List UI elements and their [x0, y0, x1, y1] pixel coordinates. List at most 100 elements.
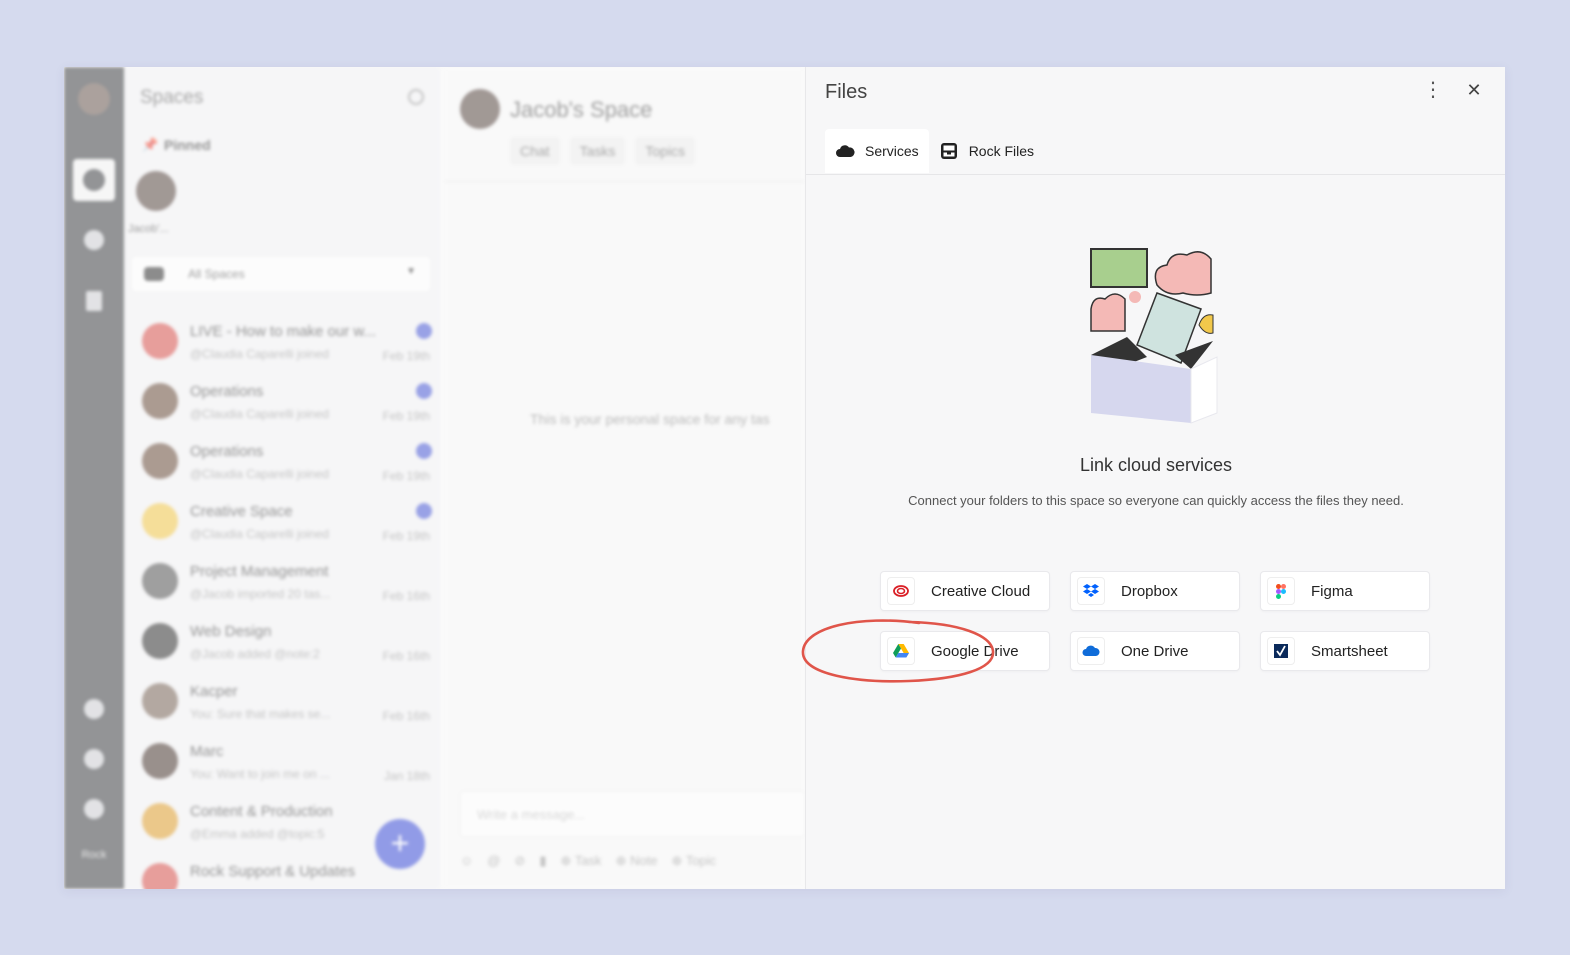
topic-label: Topic: [685, 853, 717, 868]
space-last-message: @Jacob imported 20 tas...: [190, 587, 331, 601]
spaces-filter-dropdown[interactable]: All Spaces ▼: [132, 257, 430, 291]
chat-divider: [444, 181, 805, 182]
tab-rock-files[interactable]: Rock Files: [929, 129, 1044, 173]
space-date: Feb 19th: [382, 469, 430, 483]
spaces-icon: [144, 267, 164, 281]
space-date: Feb 16th: [382, 589, 430, 603]
space-list-item[interactable]: Creative Space @Claudia Caparelli joined F…: [124, 491, 440, 551]
space-avatar: [460, 89, 500, 129]
chart-icon[interactable]: ▮: [539, 853, 546, 869]
add-note-button[interactable]: ⊕ Note: [616, 853, 658, 869]
chat-empty-text: This is your personal space for any tas: [530, 411, 770, 427]
space-list-item[interactable]: Operations @Claudia Caparelli joined Feb 1…: [124, 371, 440, 431]
mention-icon[interactable]: @: [487, 853, 500, 869]
tab-chat[interactable]: Chat: [510, 137, 560, 165]
chat-tabs: Chat Tasks Topics: [510, 137, 696, 165]
spaces-sidebar: Spaces 📌 Pinned Jacob'... All Spaces ▼ L…: [124, 67, 440, 889]
space-last-message: @Claudia Caparelli joined: [190, 527, 329, 541]
pinned-space-name: Jacob'...: [128, 223, 169, 235]
pinned-space-avatar[interactable]: [136, 171, 176, 211]
space-avatar: [142, 323, 178, 359]
one-drive-icon: [1077, 637, 1105, 665]
add-task-button[interactable]: ⊕ Task: [561, 853, 602, 869]
space-name: Project Management: [190, 563, 329, 580]
creative-cloud-icon: [887, 577, 915, 605]
services-tab-label: Services: [865, 143, 919, 159]
tab-topics[interactable]: Topics: [635, 137, 696, 165]
add-space-button[interactable]: +: [375, 819, 425, 869]
rock-files-tab-label: Rock Files: [968, 143, 1035, 159]
rail-history-icon[interactable]: [84, 699, 104, 719]
space-list-item[interactable]: Kacper You: Sure that makes se... Feb 16th: [124, 671, 440, 731]
background-workspace: Rock Spaces 📌 Pinned Jacob'... All Space…: [64, 67, 805, 889]
unread-badge: [416, 503, 432, 519]
space-name: Web Design: [190, 623, 272, 640]
space-title: Jacob's Space: [510, 97, 653, 122]
one-drive-button[interactable]: One Drive: [1070, 631, 1240, 671]
app-window: Rock Spaces 📌 Pinned Jacob'... All Space…: [64, 67, 1505, 889]
space-name: Operations: [190, 383, 264, 400]
space-list-item[interactable]: Web Design @Jacob added @note:2 Feb 16th: [124, 611, 440, 671]
pinned-label: Pinned: [164, 137, 211, 153]
space-last-message: @Claudia Caparelli joined: [190, 467, 329, 481]
rail-help-icon[interactable]: [84, 799, 104, 819]
dropbox-label: Dropbox: [1121, 582, 1178, 600]
more-options-icon[interactable]: ⋮: [1423, 79, 1443, 103]
space-avatar: [142, 743, 178, 779]
creative-cloud-button[interactable]: Creative Cloud: [880, 571, 1050, 611]
message-input[interactable]: Write a message...: [460, 791, 805, 837]
search-icon[interactable]: [408, 89, 424, 105]
space-last-message: @Jacob added @note:2: [190, 647, 320, 661]
space-name: LIVE - How to make our w...: [190, 323, 376, 340]
space-name: Rock Support & Updates: [190, 863, 356, 880]
add-topic-button[interactable]: ⊕ Topic: [672, 853, 717, 869]
space-date: Feb 16th: [382, 649, 430, 663]
tab-tasks[interactable]: Tasks: [569, 137, 626, 165]
caret-down-icon: ▼: [406, 266, 416, 277]
link-cloud-heading: Link cloud services: [1079, 455, 1233, 475]
rail-bell-icon[interactable]: [84, 749, 104, 769]
unread-badge: [416, 383, 432, 399]
space-name: Marc: [190, 743, 224, 760]
chat-area: Jacob's Space Chat Tasks Topics This is …: [444, 67, 805, 889]
space-list-item[interactable]: Project Management @Jacob imported 20 tas…: [124, 551, 440, 611]
chat-icon: [83, 169, 105, 191]
space-name: Content & Production: [190, 803, 333, 820]
close-icon[interactable]: ✕: [1462, 79, 1486, 103]
sidebar-title: Spaces: [140, 87, 204, 108]
space-list-item[interactable]: Operations @Claudia Caparelli joined Feb 1…: [124, 431, 440, 491]
link-cloud-description: Connect your folders to this space so ev…: [908, 493, 1404, 508]
space-last-message: @Claudia Caparelli joined: [190, 407, 329, 421]
figma-label: Figma: [1311, 582, 1353, 600]
space-avatar: [142, 383, 178, 419]
smartsheet-button[interactable]: Smartsheet: [1260, 631, 1430, 671]
unread-badge: [416, 443, 432, 459]
space-list-item[interactable]: LIVE - How to make our w... @Claudia Capa…: [124, 311, 440, 371]
one-drive-label: One Drive: [1121, 642, 1189, 660]
space-avatar: [142, 803, 178, 839]
tab-services[interactable]: Services: [825, 129, 929, 173]
rail-tasks-icon[interactable]: [84, 230, 104, 250]
rail-spaces-button[interactable]: [73, 159, 115, 201]
emoji-icon[interactable]: ☺: [460, 853, 473, 869]
figma-button[interactable]: Figma: [1260, 571, 1430, 611]
google-drive-icon: [887, 637, 915, 665]
composer-tools: ☺ @ ⊘ ▮ ⊕ Task ⊕ Note ⊕ Topic: [460, 853, 716, 869]
rail-files-icon[interactable]: [86, 291, 102, 311]
nav-rail: Rock: [64, 67, 124, 889]
google-drive-button[interactable]: Google Drive: [880, 631, 1050, 671]
filter-label: All Spaces: [188, 267, 245, 281]
figma-icon: [1267, 577, 1295, 605]
user-avatar[interactable]: [78, 83, 110, 115]
attach-icon[interactable]: ⊘: [514, 853, 525, 869]
space-date: Feb 19th: [382, 349, 430, 363]
tabs-divider: [806, 174, 1505, 175]
space-avatar: [142, 863, 178, 889]
unread-badge: [416, 323, 432, 339]
dropbox-button[interactable]: Dropbox: [1070, 571, 1240, 611]
space-date: Feb 16th: [382, 709, 430, 723]
space-list-item[interactable]: Marc You: Want to join me on ... Jan 18th: [124, 731, 440, 791]
space-date: Jan 18th: [383, 769, 430, 783]
space-last-message: You: Want to join me on ...: [190, 767, 330, 781]
space-avatar: [142, 443, 178, 479]
